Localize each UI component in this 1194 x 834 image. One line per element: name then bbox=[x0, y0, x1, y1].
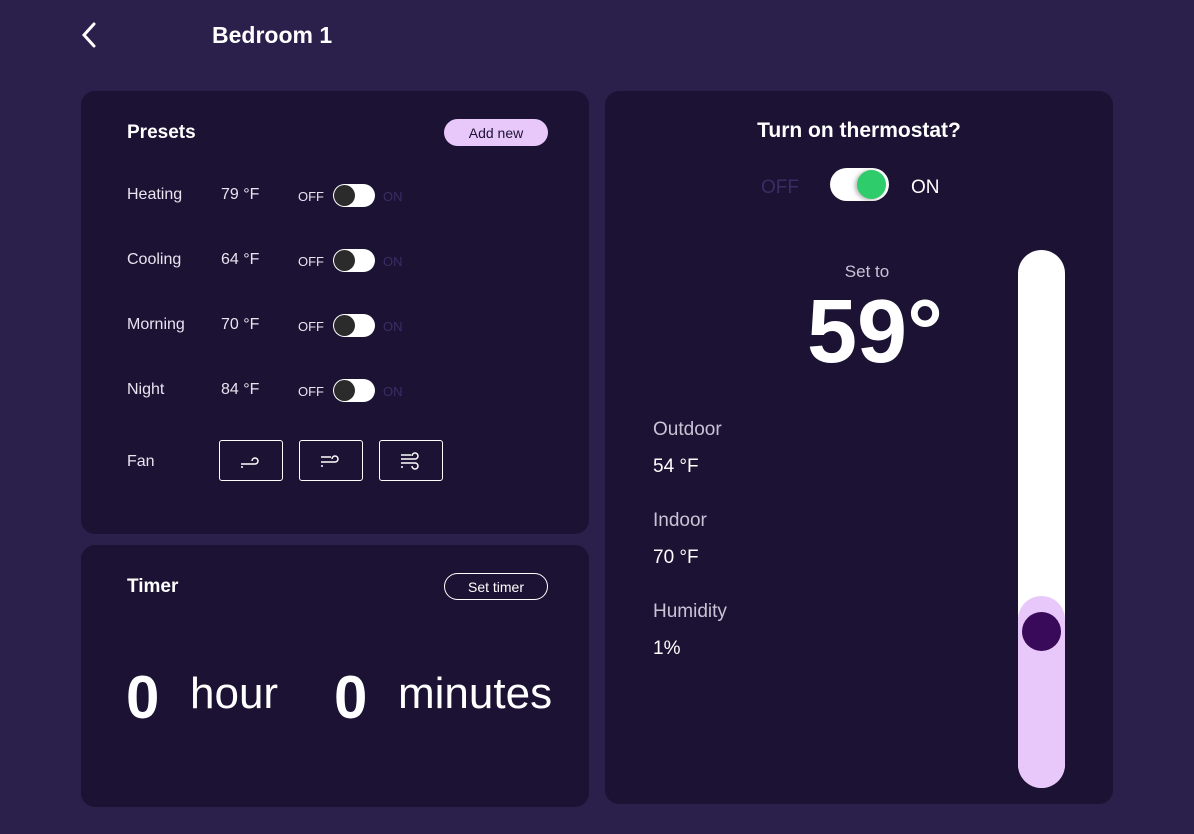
fan-medium-button[interactable] bbox=[299, 440, 363, 481]
timer-minutes: 0 bbox=[334, 664, 368, 731]
preset-row: Heating 79 °F OFF ON bbox=[127, 184, 547, 210]
wind-low-icon bbox=[241, 456, 259, 468]
fan-high-button[interactable] bbox=[379, 440, 443, 481]
outdoor-label: Outdoor bbox=[653, 419, 722, 440]
preset-temp: 79 °F bbox=[221, 186, 260, 203]
add-new-button[interactable]: Add new bbox=[444, 119, 548, 146]
humidity-label: Humidity bbox=[653, 601, 727, 622]
timer-title: Timer bbox=[127, 576, 179, 597]
thermostat-on-label: ON bbox=[911, 177, 940, 198]
humidity-value: 1% bbox=[653, 638, 681, 659]
preset-row: Morning 70 °F OFF ON bbox=[127, 314, 547, 340]
preset-row: Night 84 °F OFF ON bbox=[127, 379, 547, 405]
preset-row: Cooling 64 °F OFF ON bbox=[127, 249, 547, 275]
thermostat-toggle[interactable] bbox=[830, 168, 889, 201]
preset-name: Night bbox=[127, 381, 165, 398]
thermostat-card: Turn on thermostat? OFF ON Set to 59° Ou… bbox=[605, 91, 1113, 804]
outdoor-value: 54 °F bbox=[653, 456, 699, 477]
back-button[interactable] bbox=[78, 20, 102, 50]
preset-off-label: OFF bbox=[298, 254, 324, 269]
preset-on-label: ON bbox=[383, 254, 403, 269]
timer-hours: 0 bbox=[126, 664, 160, 731]
preset-temp: 64 °F bbox=[221, 251, 260, 268]
preset-on-label: ON bbox=[383, 189, 403, 204]
set-temperature: 59° bbox=[806, 282, 944, 382]
fan-label: Fan bbox=[127, 453, 155, 470]
timer-card: Timer Set timer 0 hour 0 minutes bbox=[81, 545, 589, 807]
preset-toggle[interactable] bbox=[333, 184, 375, 207]
preset-off-label: OFF bbox=[298, 189, 324, 204]
chevron-left-icon bbox=[81, 22, 96, 48]
wind-high-icon bbox=[401, 451, 419, 470]
presets-title: Presets bbox=[127, 122, 196, 143]
preset-on-label: ON bbox=[383, 384, 403, 399]
preset-temp: 84 °F bbox=[221, 381, 260, 398]
set-timer-button[interactable]: Set timer bbox=[444, 573, 548, 600]
preset-temp: 70 °F bbox=[221, 316, 260, 333]
thermostat-off-label: OFF bbox=[761, 177, 799, 198]
indoor-value: 70 °F bbox=[653, 547, 699, 568]
page-title: Bedroom 1 bbox=[212, 22, 333, 48]
preset-toggle[interactable] bbox=[333, 379, 375, 402]
preset-off-label: OFF bbox=[298, 384, 324, 399]
preset-off-label: OFF bbox=[298, 319, 324, 334]
fan-low-button[interactable] bbox=[219, 440, 283, 481]
set-to-label: Set to bbox=[844, 262, 890, 281]
preset-name: Heating bbox=[127, 186, 183, 203]
thermostat-title: Turn on thermostat? bbox=[757, 119, 961, 142]
temperature-slider[interactable] bbox=[1018, 250, 1065, 788]
slider-thumb[interactable] bbox=[1022, 611, 1061, 651]
presets-card: Presets Add new Heating 79 °F OFF ON Cool… bbox=[81, 91, 589, 534]
preset-name: Cooling bbox=[127, 251, 182, 268]
preset-name: Morning bbox=[127, 316, 185, 333]
preset-on-label: ON bbox=[383, 319, 403, 334]
hour-unit: hour bbox=[190, 669, 279, 718]
wind-medium-icon bbox=[321, 454, 339, 467]
minute-unit: minutes bbox=[398, 669, 553, 718]
indoor-label: Indoor bbox=[653, 510, 707, 531]
preset-toggle[interactable] bbox=[333, 249, 375, 272]
preset-toggle[interactable] bbox=[333, 314, 375, 337]
